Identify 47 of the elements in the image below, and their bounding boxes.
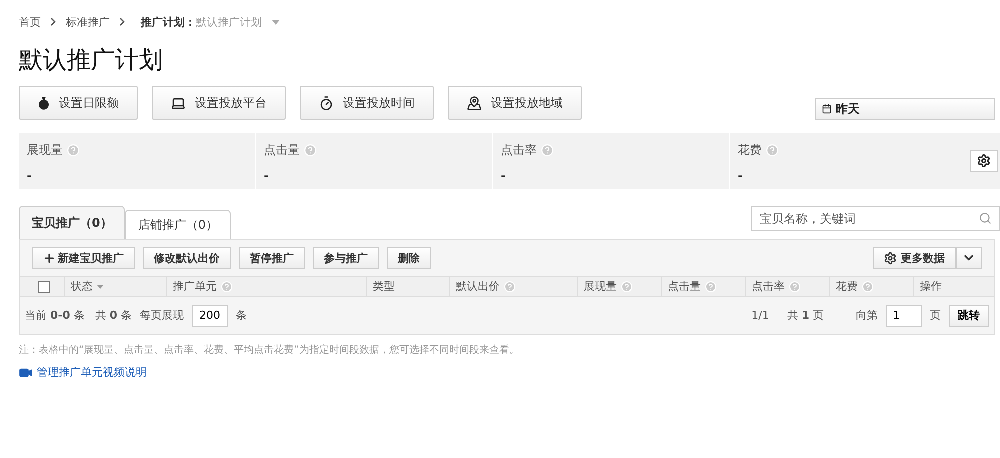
column-header: 默认出价 xyxy=(456,279,500,294)
column-header: 点击率 xyxy=(752,279,785,294)
toolbar-button[interactable]: 修改默认出价 xyxy=(143,247,231,269)
column-header: 展现量 xyxy=(584,279,617,294)
per-page-field[interactable]: 200 xyxy=(192,304,228,326)
page-info: 1/1 xyxy=(752,309,770,322)
stat-value: - xyxy=(27,169,33,183)
breadcrumb-label: 推广计划： xyxy=(141,14,196,30)
goto-label: 向第 xyxy=(856,308,878,323)
column-header: 操作 xyxy=(920,279,942,294)
page-number-field[interactable]: 1 xyxy=(886,304,922,326)
stat-value: - xyxy=(264,169,270,183)
action-button[interactable]: 设置投放平台 xyxy=(152,86,286,120)
goto-unit: 页 xyxy=(930,308,941,323)
video-help-link[interactable]: 管理推广单元视频说明 xyxy=(19,365,147,380)
column-header: 推广单元 xyxy=(173,279,217,294)
breadcrumb-link[interactable]: 标准推广 xyxy=(66,14,110,30)
stat-label: 点击量 xyxy=(264,142,300,159)
more-data-button[interactable]: 更多数据 xyxy=(873,247,956,269)
toolbar-button[interactable]: 新建宝贝推广 xyxy=(32,247,135,269)
column-header: 点击量 xyxy=(668,279,701,294)
action-button[interactable]: 设置日限额 xyxy=(19,86,138,120)
toolbar-button[interactable]: 删除 xyxy=(387,247,431,269)
tab[interactable]: 店铺推广（0） xyxy=(125,210,231,239)
stat-value: - xyxy=(501,169,507,183)
action-button[interactable]: 设置投放时间 xyxy=(300,86,434,120)
tab[interactable]: 宝贝推广（0） xyxy=(19,206,126,239)
stat-label: 花费 xyxy=(738,142,762,159)
note-text: 注：表格中的“展现量、点击量、点击率、花费、平均点击花费”为指定时间段数据，您可选择不同时间段来查看。 xyxy=(19,344,520,357)
date-dropdown[interactable]: 昨天 xyxy=(815,98,995,120)
search-field[interactable]: 宝贝名称，关键词 xyxy=(751,206,1000,231)
total-pages: 共 1 页 xyxy=(787,308,824,323)
action-button[interactable]: 设置投放地域 xyxy=(448,86,582,120)
jump-button[interactable]: 跳转 xyxy=(949,304,989,326)
column-header: 花费 xyxy=(836,279,858,294)
per-page-label: 每页展现 xyxy=(140,308,184,323)
breadcrumb-link[interactable]: 首页 xyxy=(19,14,41,30)
toolbar-button[interactable]: 参与推广 xyxy=(313,247,379,269)
per-page-unit: 条 xyxy=(236,308,248,323)
column-header: 类型 xyxy=(373,279,395,294)
record-summary: 当前 0-0 条 共 0 条 xyxy=(25,308,132,323)
page-title: 默认推广计划 xyxy=(19,45,164,76)
stat-label: 展现量 xyxy=(27,142,63,159)
stat-label: 点击率 xyxy=(501,142,537,159)
column-header[interactable]: 状态 xyxy=(71,279,93,294)
toolbar-button[interactable]: 暂停推广 xyxy=(239,247,305,269)
stat-value: - xyxy=(738,169,744,183)
